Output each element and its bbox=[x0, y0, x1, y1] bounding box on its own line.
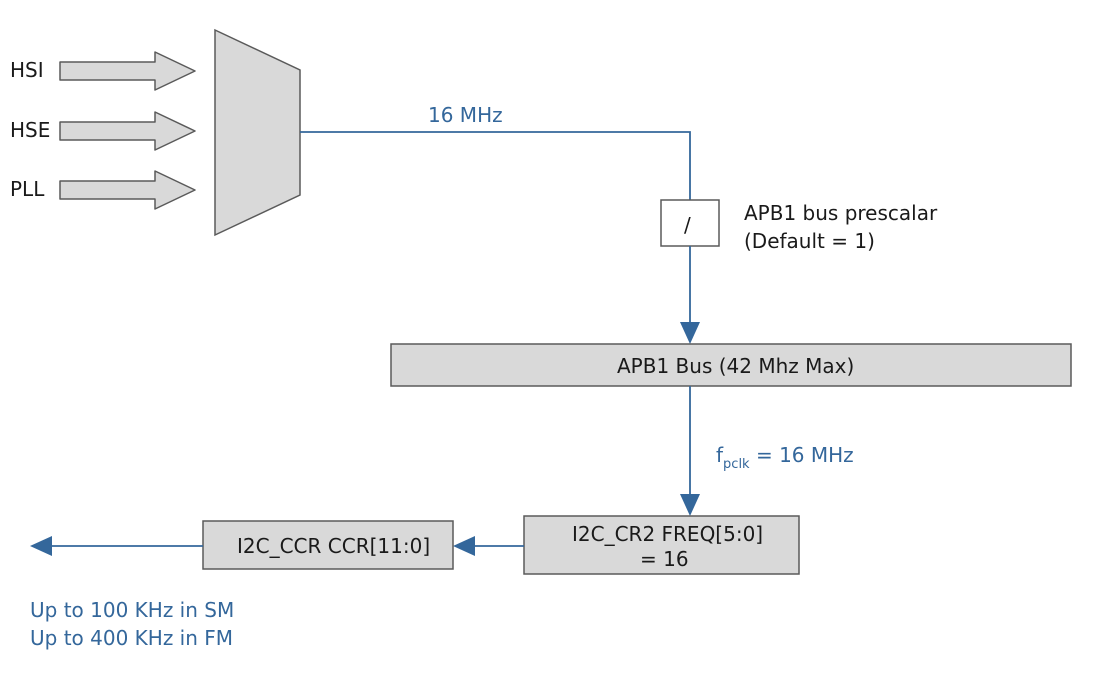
prescaler-symbol: / bbox=[684, 213, 691, 237]
arrowhead-to-bus bbox=[680, 322, 700, 344]
i2c-cr2-label-2: = 16 bbox=[640, 547, 689, 571]
label-mux-output-freq: 16 MHz bbox=[428, 103, 503, 127]
arrow-hsi bbox=[60, 52, 195, 90]
arrowhead-to-cr2 bbox=[680, 494, 700, 516]
label-fpclk: fpclk = 16 MHz bbox=[716, 443, 854, 472]
clock-diagram: HSI HSE PLL 16 MHz / APB1 bus prescalar … bbox=[0, 0, 1094, 688]
arrow-pll bbox=[60, 171, 195, 209]
i2c-cr2-label-1: I2C_CR2 FREQ[5:0] bbox=[572, 522, 763, 546]
label-pll: PLL bbox=[10, 177, 45, 201]
arrowhead-output bbox=[30, 536, 52, 556]
label-hsi: HSI bbox=[10, 58, 44, 82]
i2c-ccr-label: I2C_CCR CCR[11:0] bbox=[237, 534, 430, 558]
output-note-2: Up to 400 KHz in FM bbox=[30, 626, 233, 650]
label-hse: HSE bbox=[10, 118, 50, 142]
output-note-1: Up to 100 KHz in SM bbox=[30, 598, 234, 622]
prescaler-label-1: APB1 bus prescalar bbox=[744, 201, 938, 225]
mux-block bbox=[215, 30, 300, 235]
apb1-bus-label: APB1 Bus (42 Mhz Max) bbox=[617, 354, 854, 378]
prescaler-label-2: (Default = 1) bbox=[744, 229, 875, 253]
wire-mux-to-prescaler bbox=[300, 132, 690, 200]
arrowhead-to-ccr bbox=[453, 536, 475, 556]
arrow-hse bbox=[60, 112, 195, 150]
